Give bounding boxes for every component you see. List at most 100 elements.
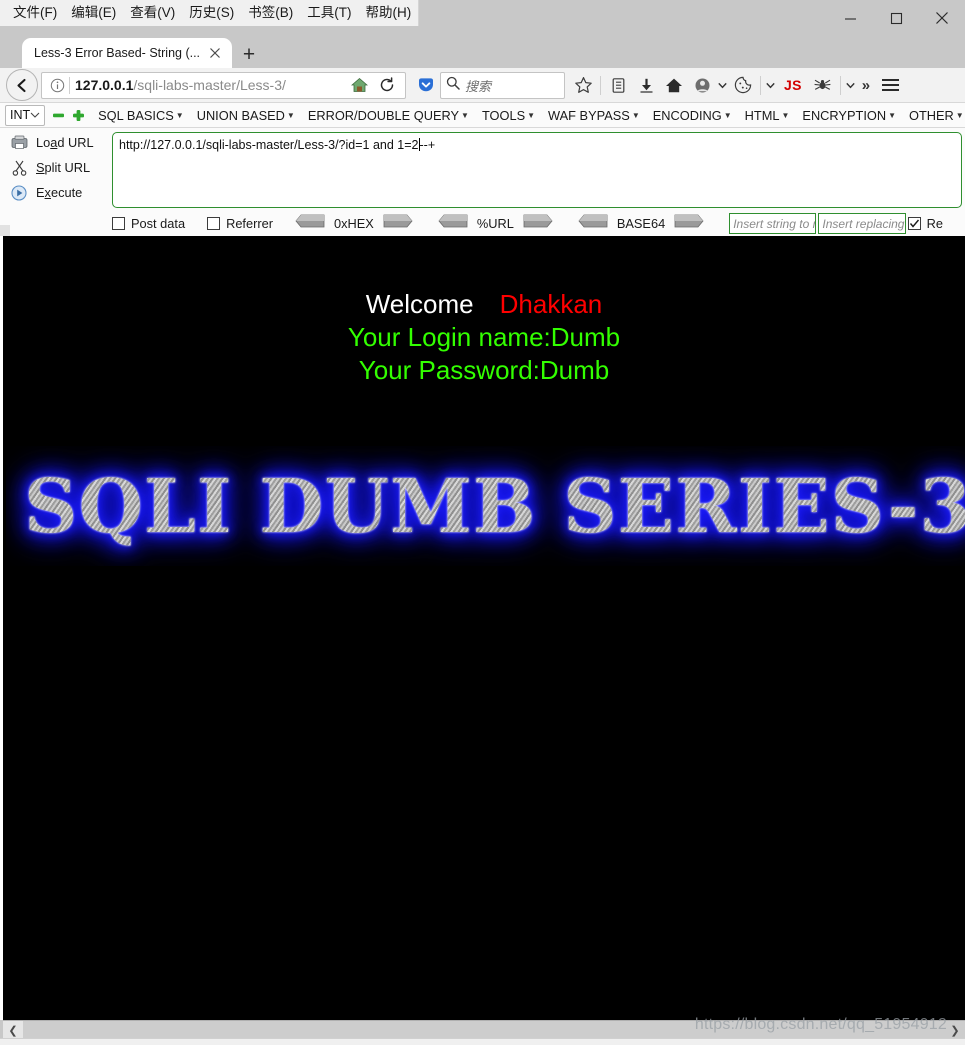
replace-to-input[interactable]: Insert replacing string xyxy=(818,213,906,234)
caret-down-icon: ▼ xyxy=(955,110,964,120)
caret-down-icon: ▼ xyxy=(286,110,295,120)
chevron-double-right-icon[interactable]: » xyxy=(857,77,875,94)
base64-encode-button[interactable] xyxy=(674,214,704,233)
execute-label: Execute xyxy=(36,185,83,200)
post-data-checkbox[interactable] xyxy=(112,217,125,230)
minus-green-icon[interactable] xyxy=(52,107,65,123)
account-circle-icon[interactable] xyxy=(688,71,716,99)
split-url-label: Split URL xyxy=(36,160,91,175)
hackbar-menu-encryption[interactable]: ENCRYPTION ▼ xyxy=(802,108,896,123)
hex-encoder-group: 0xHEX xyxy=(295,214,413,233)
execute-icon xyxy=(6,184,32,201)
search-bar[interactable]: 搜索 xyxy=(440,71,565,99)
hex-label: 0xHEX xyxy=(334,216,374,231)
hamburger-menu-icon[interactable] xyxy=(875,79,905,91)
url-decode-button[interactable] xyxy=(438,214,468,233)
title-bar: 文件(F) 编辑(E) 查看(V) 历史(S) 书签(B) 工具(T) 帮助(H… xyxy=(0,0,965,36)
caret-down-icon: ▼ xyxy=(175,110,184,120)
spider-icon[interactable] xyxy=(809,71,837,99)
hackbar-menu-html[interactable]: HTML ▼ xyxy=(745,108,790,123)
hackbar-options-row: Post data Referrer 0xHEX %URL BASE64 Ins… xyxy=(0,211,965,236)
scrollbar-track[interactable] xyxy=(23,1021,945,1039)
hackbar-menu-label: SQL BASICS xyxy=(98,107,174,123)
menu-bookmarks[interactable]: 书签(B) xyxy=(241,1,300,26)
referrer-checkbox[interactable] xyxy=(207,217,221,230)
post-data-option[interactable]: Post data xyxy=(112,216,185,231)
hackbar-type-select[interactable]: INT xyxy=(5,104,46,126)
address-path: /sqli-labs-master/Less-3/ xyxy=(133,77,286,93)
referrer-option[interactable]: Referrer xyxy=(207,216,273,231)
welcome-line: Welcome Dhakkan xyxy=(3,288,965,321)
menu-edit[interactable]: 编辑(E) xyxy=(64,1,123,26)
hackbar-menu-waf-bypass[interactable]: WAF BYPASS ▼ xyxy=(548,108,640,123)
menu-history[interactable]: 历史(S) xyxy=(182,1,241,26)
hackbar-menu-encoding[interactable]: ENCODING ▼ xyxy=(653,108,732,123)
hex-decode-button[interactable] xyxy=(295,214,325,233)
home-colored-icon[interactable] xyxy=(345,71,373,99)
hackbar-action-list: Load URL Split URL Execute xyxy=(6,130,110,205)
hackbar-menu-error-double-query[interactable]: ERROR/DOUBLE QUERY ▼ xyxy=(308,108,469,123)
js-toggle-icon[interactable]: JS xyxy=(777,77,809,93)
referrer-label: Referrer xyxy=(226,216,274,231)
window-bottom-strip xyxy=(0,1038,965,1045)
hackbar-url-textarea[interactable]: http://127.0.0.1/sqli-labs-master/Less-3… xyxy=(112,132,962,208)
load-url-button[interactable]: Load URL xyxy=(6,130,110,155)
horizontal-scrollbar[interactable]: ❮ ❯ xyxy=(3,1020,965,1039)
minimize-icon[interactable] xyxy=(827,0,873,36)
chevron-down-icon[interactable] xyxy=(844,82,857,89)
search-input[interactable]: 搜索 xyxy=(465,76,491,95)
close-icon[interactable] xyxy=(206,44,224,62)
replace-label: Re xyxy=(926,216,943,231)
close-icon[interactable] xyxy=(919,0,965,36)
menu-help[interactable]: 帮助(H) xyxy=(359,1,419,26)
star-icon[interactable] xyxy=(569,71,597,99)
menu-bar: 文件(F) 编辑(E) 查看(V) 历史(S) 书签(B) 工具(T) 帮助(H… xyxy=(0,0,420,26)
back-arrow-icon[interactable] xyxy=(6,69,38,101)
info-circle-icon[interactable] xyxy=(46,78,68,93)
menu-file[interactable]: 文件(F) xyxy=(6,1,64,26)
hackbar-menu-union-based[interactable]: UNION BASED ▼ xyxy=(197,108,295,123)
tab-active[interactable]: Less-3 Error Based- String (... xyxy=(22,38,232,68)
menu-tools[interactable]: 工具(T) xyxy=(300,1,358,26)
download-arrow-icon[interactable] xyxy=(632,71,660,99)
new-tab-button[interactable]: + xyxy=(238,43,260,65)
caret-down-icon: ▼ xyxy=(888,110,896,120)
chevron-down-icon[interactable] xyxy=(764,82,777,89)
replace-option[interactable]: Re xyxy=(907,216,943,231)
address-text: 127.0.0.1/sqli-labs-master/Less-3/ xyxy=(75,75,345,95)
hackbar-menu-sql-basics[interactable]: SQL BASICS ▼ xyxy=(98,108,184,123)
chevron-down-icon[interactable] xyxy=(716,82,729,89)
base64-decode-button[interactable] xyxy=(578,214,608,233)
plus-green-icon[interactable] xyxy=(72,107,85,123)
cookie-icon[interactable] xyxy=(729,71,757,99)
hackbar-menu-label: ERROR/DOUBLE QUERY xyxy=(307,107,460,123)
address-bar[interactable]: 127.0.0.1/sqli-labs-master/Less-3/ xyxy=(41,71,406,99)
chevron-left-icon[interactable]: ❮ xyxy=(3,1021,23,1039)
execute-button[interactable]: Execute xyxy=(6,180,110,205)
tab-strip: Less-3 Error Based- String (... + xyxy=(0,36,965,68)
hackbar-menu-tools[interactable]: TOOLS ▼ xyxy=(482,108,535,123)
menu-view[interactable]: 查看(V) xyxy=(123,1,182,26)
pocket-icon[interactable] xyxy=(412,71,440,99)
maximize-icon[interactable] xyxy=(873,0,919,36)
sqli-banner-text: SQLI DUMB SERIES-3 xyxy=(24,464,965,550)
chevron-down-icon xyxy=(30,110,40,121)
chevron-right-icon[interactable]: ❯ xyxy=(945,1021,965,1039)
replace-checkbox[interactable] xyxy=(907,217,921,230)
url-encoder-group: %URL xyxy=(438,214,553,233)
url-encode-button[interactable] xyxy=(523,214,553,233)
hackbar-menu-other[interactable]: OTHER ▼ xyxy=(909,108,964,123)
reload-icon[interactable] xyxy=(373,71,401,99)
address-separator xyxy=(69,76,70,94)
hackbar-menu-label: HTML xyxy=(744,107,780,123)
caret-down-icon: ▼ xyxy=(781,110,790,120)
split-url-button[interactable]: Split URL xyxy=(6,155,110,180)
toolbar-separator xyxy=(760,75,761,95)
home-icon[interactable] xyxy=(660,71,688,99)
window-controls xyxy=(827,0,965,36)
library-icon[interactable] xyxy=(604,71,632,99)
replace-from-input[interactable]: Insert string to replace xyxy=(729,213,817,234)
username-text: Dhakkan xyxy=(499,289,603,319)
toolbar-separator xyxy=(839,75,841,95)
hex-encode-button[interactable] xyxy=(383,214,413,233)
